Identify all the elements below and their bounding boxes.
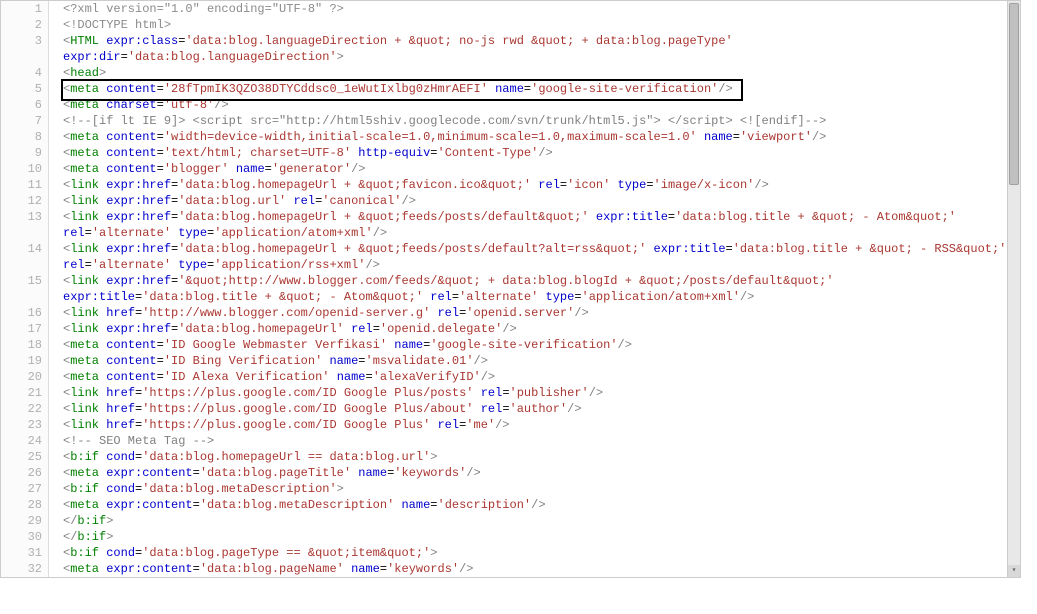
code-line[interactable]: <meta content='ID Bing Verification' nam… <box>63 353 1008 369</box>
line-number: 21 <box>1 385 42 401</box>
code-line[interactable]: <meta charset='utf-8'/> <box>63 97 1008 113</box>
code-area[interactable]: <?xml version="1.0" encoding="UTF-8" ?><… <box>49 1 1008 577</box>
code-line[interactable]: <link href='https://plus.google.com/ID G… <box>63 401 1008 417</box>
code-line[interactable]: <meta expr:content='data:blog.pageTitle'… <box>63 465 1008 481</box>
code-line[interactable]: <link expr:href='data:blog.homepageUrl +… <box>63 209 1008 241</box>
code-line[interactable]: <meta content='ID Google Webmaster Verfi… <box>63 337 1008 353</box>
line-number: 19 <box>1 353 42 369</box>
line-number: 22 <box>1 401 42 417</box>
line-number: 28 <box>1 497 42 513</box>
line-number: 5 <box>1 81 42 97</box>
line-number: 15 <box>1 273 42 305</box>
line-number: 17 <box>1 321 42 337</box>
scrollbar-down-arrow[interactable]: ▾ <box>1008 565 1020 577</box>
line-number: 32 <box>1 561 42 577</box>
line-number: 31 <box>1 545 42 561</box>
line-number: 3 <box>1 33 42 65</box>
line-number: 25 <box>1 449 42 465</box>
code-line[interactable]: <link expr:href='&quot;http://www.blogge… <box>63 273 1008 305</box>
scrollbar-thumb[interactable] <box>1009 3 1019 185</box>
line-number: 2 <box>1 17 42 33</box>
code-line[interactable]: <meta expr:content='data:blog.pageName' … <box>63 561 1008 577</box>
line-number: 14 <box>1 241 42 273</box>
code-line[interactable]: <b:if cond='data:blog.homepageUrl == dat… <box>63 449 1008 465</box>
code-line[interactable]: <link expr:href='data:blog.url' rel='can… <box>63 193 1008 209</box>
line-number: 10 <box>1 161 42 177</box>
code-line[interactable]: <head> <box>63 65 1008 81</box>
code-line[interactable]: <link href='https://plus.google.com/ID G… <box>63 417 1008 433</box>
vertical-scrollbar[interactable]: ▾ <box>1007 1 1020 577</box>
code-line[interactable]: <meta content='text/html; charset=UTF-8'… <box>63 145 1008 161</box>
code-line[interactable]: <link href='http://www.blogger.com/openi… <box>63 305 1008 321</box>
code-line[interactable]: <b:if cond='data:blog.pageType == &quot;… <box>63 545 1008 561</box>
line-number: 18 <box>1 337 42 353</box>
line-number: 29 <box>1 513 42 529</box>
code-line[interactable]: <!--[if lt IE 9]> <script src="http://ht… <box>63 113 1008 129</box>
code-line[interactable]: <!-- SEO Meta Tag --> <box>63 433 1008 449</box>
line-number: 30 <box>1 529 42 545</box>
line-number: 33 <box>1 577 42 578</box>
line-number: 6 <box>1 97 42 113</box>
code-line[interactable]: <HTML expr:class='data:blog.languageDire… <box>63 33 1008 65</box>
code-line[interactable]: <link href='https://plus.google.com/ID G… <box>63 385 1008 401</box>
line-number: 1 <box>1 1 42 17</box>
line-number: 27 <box>1 481 42 497</box>
line-number: 11 <box>1 177 42 193</box>
line-number: 9 <box>1 145 42 161</box>
line-number: 23 <box>1 417 42 433</box>
code-line[interactable]: <link expr:href='data:blog.homepageUrl +… <box>63 241 1008 273</box>
line-number: 8 <box>1 129 42 145</box>
line-number-gutter: 1234567891011121314151617181920212223242… <box>1 1 49 577</box>
code-line[interactable]: <!DOCTYPE html> <box>63 17 1008 33</box>
code-line[interactable]: <link expr:href='data:blog.homepageUrl +… <box>63 177 1008 193</box>
line-number: 20 <box>1 369 42 385</box>
line-number: 24 <box>1 433 42 449</box>
line-number: 12 <box>1 193 42 209</box>
code-line[interactable]: <b:if cond='data:blog.metaDescription'> <box>63 481 1008 497</box>
code-line[interactable]: </b:if> <box>63 513 1008 529</box>
code-line[interactable]: </b:if> <box>63 529 1008 545</box>
code-line[interactable]: <meta expr:content='data:blog.metaDescri… <box>63 497 1008 513</box>
line-number: 26 <box>1 465 42 481</box>
line-number: 4 <box>1 65 42 81</box>
code-line[interactable]: <meta content='blogger' name='generator'… <box>63 161 1008 177</box>
code-line[interactable]: <meta content='width=device-width,initia… <box>63 129 1008 145</box>
code-line[interactable]: <meta content='ID Alexa Verification' na… <box>63 369 1008 385</box>
code-line[interactable]: <link expr:href='data:blog.homepageUrl' … <box>63 321 1008 337</box>
code-editor[interactable]: 1234567891011121314151617181920212223242… <box>0 0 1021 578</box>
code-line[interactable]: <b:if cond='data:blog.metaDescription'> <box>63 577 1008 578</box>
line-number: 16 <box>1 305 42 321</box>
code-line[interactable]: <?xml version="1.0" encoding="UTF-8" ?> <box>63 1 1008 17</box>
code-line[interactable]: <meta content='28fTpmIK3QZO38DTYCddsc0_1… <box>63 81 1008 97</box>
line-number: 7 <box>1 113 42 129</box>
line-number: 13 <box>1 209 42 241</box>
